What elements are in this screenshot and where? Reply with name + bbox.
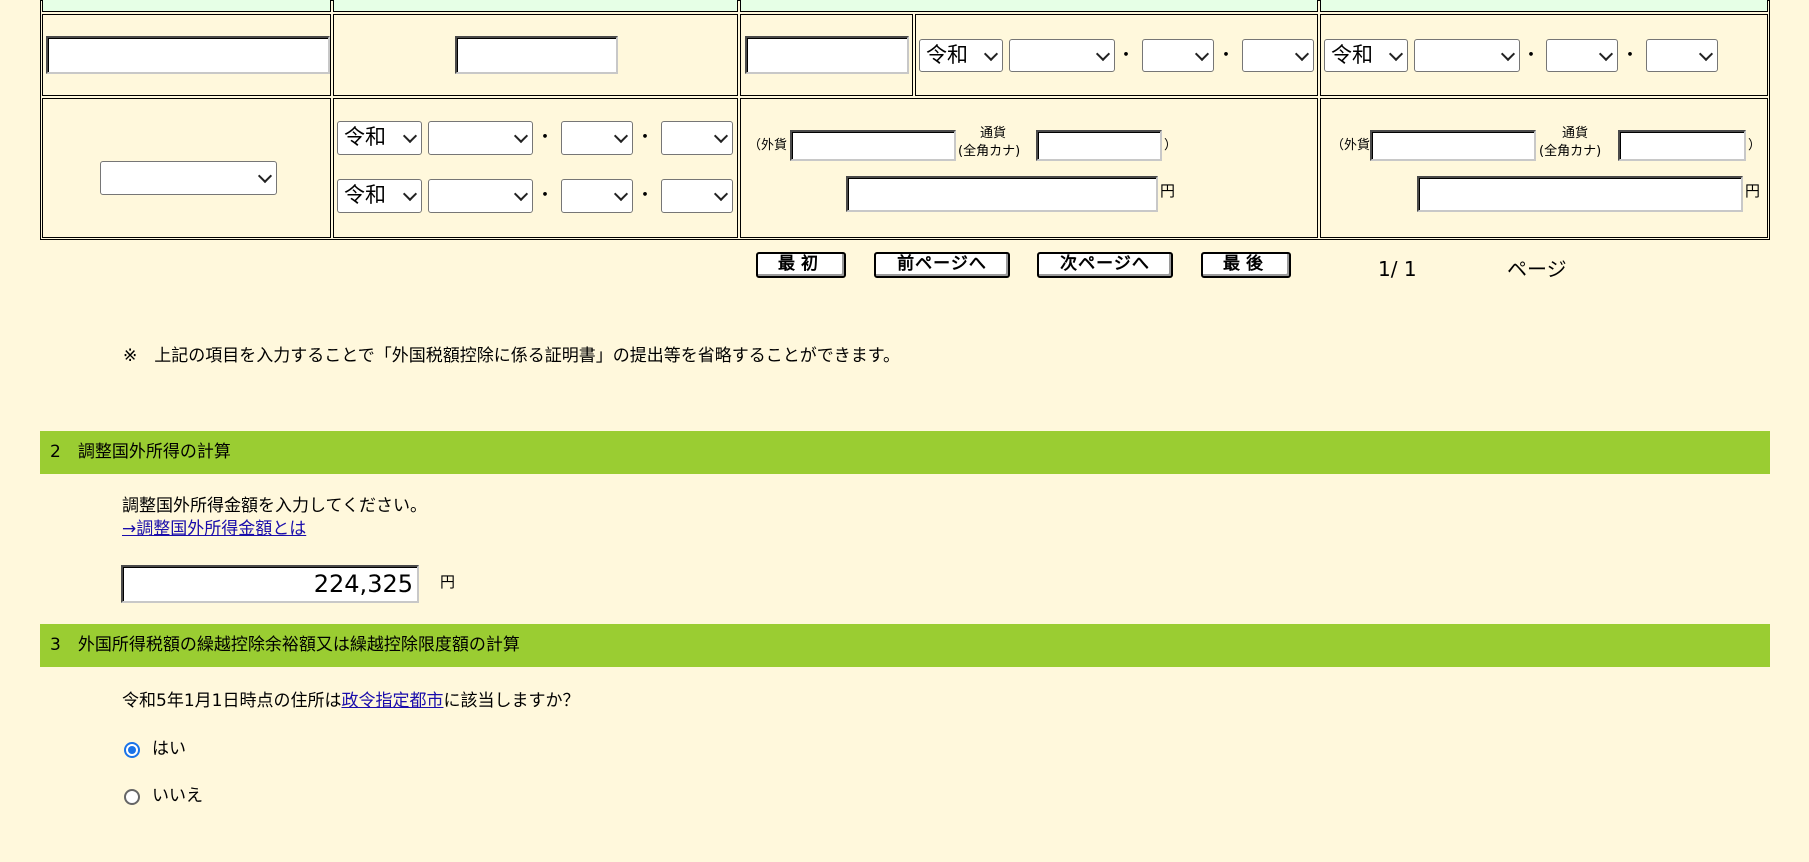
first-page-button[interactable]: 最初 bbox=[756, 252, 846, 278]
yen-amount-input[interactable] bbox=[846, 176, 1158, 212]
country-name-input[interactable] bbox=[46, 36, 330, 74]
radio-no[interactable] bbox=[124, 789, 140, 805]
section-2-header: 2 調整国外所得の計算 bbox=[40, 431, 1770, 474]
chevron-down-icon bbox=[402, 128, 418, 144]
tax-type-input[interactable] bbox=[455, 36, 618, 74]
close-paren: ） bbox=[1748, 138, 1762, 153]
radio-yes[interactable] bbox=[124, 742, 140, 758]
chevron-down-icon bbox=[613, 186, 629, 202]
designated-city-link[interactable]: 政令指定都市 bbox=[341, 691, 443, 711]
category-select[interactable] bbox=[100, 161, 277, 195]
radio-yes-label[interactable]: はい bbox=[152, 738, 186, 760]
question-suffix: に該当しますか？ bbox=[443, 691, 580, 711]
month-select[interactable] bbox=[1142, 39, 1214, 72]
year-select[interactable] bbox=[428, 121, 533, 155]
month-select[interactable] bbox=[1546, 39, 1618, 72]
table-header-cell bbox=[740, 0, 1318, 12]
day-select[interactable] bbox=[1646, 39, 1718, 72]
table-header-cell bbox=[1320, 0, 1768, 12]
section-2-instruction: 調整国外所得金額を入力してください。 bbox=[122, 496, 427, 516]
era-select[interactable]: 令和 bbox=[337, 121, 422, 155]
chevron-down-icon bbox=[713, 128, 729, 144]
table-cell bbox=[740, 98, 1318, 238]
date-separator: ・ bbox=[1117, 45, 1135, 66]
prev-page-button[interactable]: 前ページへ bbox=[874, 252, 1010, 278]
chevron-down-icon bbox=[983, 46, 999, 61]
date-separator: ・ bbox=[1522, 45, 1540, 66]
chevron-down-icon bbox=[1698, 46, 1714, 61]
day-select[interactable] bbox=[1242, 39, 1314, 72]
residence-question: 令和5年1月1日時点の住所は政令指定都市に該当しますか？ bbox=[122, 690, 579, 712]
note-text: ※ 上記の項目を入力することで「外国税額控除に係る証明書」の提出等を省略すること… bbox=[123, 346, 901, 366]
currency-label-line1: 通貨 bbox=[1562, 126, 1589, 141]
chevron-down-icon bbox=[613, 128, 629, 144]
yen-unit: 円 bbox=[1160, 182, 1176, 200]
section-3-header: 3 外国所得税額の繰越控除余裕額又は繰越控除限度額の計算 bbox=[40, 624, 1770, 667]
chevron-down-icon bbox=[257, 168, 273, 184]
adjusted-income-unit: 円 bbox=[440, 573, 456, 591]
table-cell bbox=[1320, 98, 1768, 238]
adjusted-income-input[interactable]: 224,325 bbox=[121, 565, 419, 603]
close-paren: ） bbox=[1164, 138, 1178, 153]
chevron-down-icon bbox=[513, 128, 529, 144]
day-select[interactable] bbox=[661, 121, 733, 155]
chevron-down-icon bbox=[1294, 46, 1310, 61]
yen-unit: 円 bbox=[1745, 182, 1761, 200]
radio-no-label[interactable]: いいえ bbox=[152, 785, 203, 807]
foreign-amount-input[interactable] bbox=[790, 130, 956, 161]
foreign-currency-label: （外貨 bbox=[1331, 138, 1371, 153]
foreign-amount-input[interactable] bbox=[1370, 130, 1536, 161]
era-select[interactable]: 令和 bbox=[919, 39, 1003, 72]
chevron-down-icon bbox=[1095, 46, 1111, 61]
date-separator: ・ bbox=[636, 185, 654, 206]
year-select[interactable] bbox=[428, 179, 533, 213]
page-suffix: ページ bbox=[1507, 257, 1567, 281]
foreign-currency-label: （外貨 bbox=[748, 138, 788, 153]
day-select[interactable] bbox=[661, 179, 733, 213]
chevron-down-icon bbox=[513, 186, 529, 202]
currency-label-line2: (全角カナ) bbox=[958, 144, 1021, 159]
table-header-cell bbox=[333, 0, 738, 12]
chevron-down-icon bbox=[1194, 46, 1210, 61]
month-select[interactable] bbox=[561, 121, 633, 155]
chevron-down-icon bbox=[1500, 46, 1516, 61]
date-separator: ・ bbox=[1621, 45, 1639, 66]
yen-amount-input[interactable] bbox=[1417, 176, 1743, 212]
page-indicator: 1/ 1 bbox=[1378, 257, 1417, 281]
chevron-down-icon bbox=[1388, 46, 1404, 61]
year-select[interactable] bbox=[1009, 39, 1115, 72]
tax-rate-input[interactable] bbox=[745, 36, 909, 74]
table-header-cell bbox=[42, 0, 331, 12]
date-separator: ・ bbox=[536, 127, 554, 148]
month-select[interactable] bbox=[561, 179, 633, 213]
question-prefix: 令和5年1月1日時点の住所は bbox=[122, 691, 342, 711]
chevron-down-icon bbox=[713, 186, 729, 202]
currency-label-line2: (全角カナ) bbox=[1539, 144, 1602, 159]
table-cell bbox=[333, 98, 738, 238]
chevron-down-icon bbox=[402, 186, 418, 202]
adjusted-income-help-link[interactable]: →調整国外所得金額とは bbox=[122, 518, 306, 540]
currency-name-input[interactable] bbox=[1618, 130, 1746, 161]
era-select[interactable]: 令和 bbox=[337, 179, 422, 213]
date-separator: ・ bbox=[636, 127, 654, 148]
next-page-button[interactable]: 次ページへ bbox=[1037, 252, 1173, 278]
date-separator: ・ bbox=[1217, 45, 1235, 66]
chevron-down-icon bbox=[1598, 46, 1614, 61]
currency-label-line1: 通貨 bbox=[980, 126, 1007, 141]
currency-name-input[interactable] bbox=[1036, 130, 1162, 161]
year-select[interactable] bbox=[1414, 39, 1520, 72]
date-separator: ・ bbox=[536, 185, 554, 206]
era-select[interactable]: 令和 bbox=[1324, 39, 1408, 72]
last-page-button[interactable]: 最後 bbox=[1201, 252, 1291, 278]
